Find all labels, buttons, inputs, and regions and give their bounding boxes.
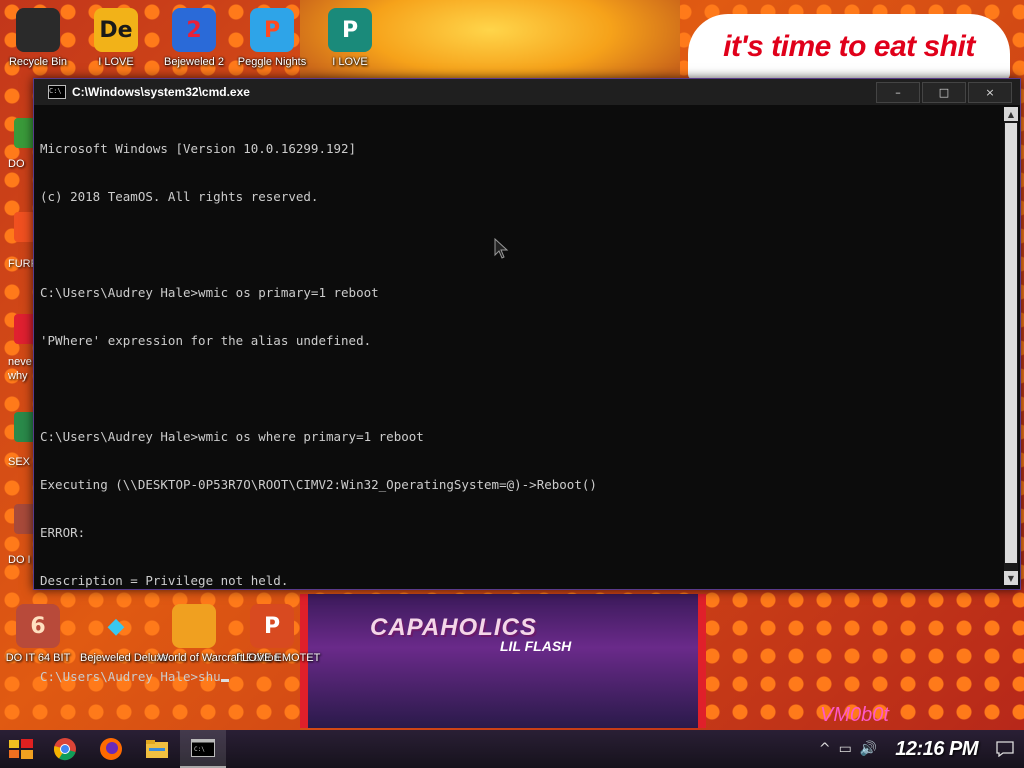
- text-cursor: [220, 679, 229, 682]
- desktop-icon-label: I LOVE: [332, 56, 368, 68]
- prompt-text: C:\Users\Audrey Hale>shu: [40, 669, 221, 684]
- firefox-icon: [100, 738, 122, 760]
- start-button[interactable]: [0, 730, 42, 768]
- wallpaper-speech-bubble: it's time to eat shit: [688, 14, 1010, 80]
- show-hidden-icons-icon[interactable]: ^: [819, 741, 831, 757]
- file-explorer-icon: [146, 740, 168, 758]
- taskbar-chrome[interactable]: [42, 730, 88, 768]
- start-icon: [9, 739, 33, 759]
- cmd-window[interactable]: C:\ C:\Windows\system32\cmd.exe – □ × Mi…: [33, 78, 1021, 684]
- recycle-bin-icon: [16, 8, 60, 52]
- window-titlebar[interactable]: C:\ C:\Windows\system32\cmd.exe – □ ×: [34, 79, 1020, 105]
- desktop-icon-top-2[interactable]: 2 Bejeweled 2: [158, 8, 230, 69]
- console-line: Description = Privilege not held.: [40, 573, 289, 588]
- peggle-nights-icon: P: [250, 8, 294, 52]
- console-line: ERROR:: [40, 525, 86, 540]
- close-button[interactable]: ×: [968, 82, 1012, 103]
- desktop-label-side-5[interactable]: SEX: [8, 456, 30, 468]
- console-line: (c) 2018 TeamOS. All rights reserved.: [40, 189, 319, 204]
- volume-icon[interactable]: 🔊: [860, 741, 877, 757]
- desktop-icon-top-3[interactable]: P Peggle Nights: [236, 8, 308, 69]
- console-output[interactable]: Microsoft Windows [Version 10.0.16299.19…: [40, 107, 1000, 684]
- taskbar-cmd[interactable]: C:\: [180, 730, 226, 768]
- de-app-icon: De: [94, 8, 138, 52]
- cmd-icon: C:\: [48, 85, 66, 99]
- mouse-pointer-icon: [494, 238, 509, 259]
- scroll-up-arrow-icon[interactable]: ▲: [1004, 107, 1018, 121]
- desktop-label-side-6[interactable]: DO I: [8, 554, 31, 566]
- bejeweled-2-icon: 2: [172, 8, 216, 52]
- taskbar: C:\ ^ ▭ 🔊 12:16 PM: [0, 730, 1024, 768]
- maximize-button[interactable]: □: [922, 82, 966, 103]
- cmd-icon: C:\: [191, 739, 215, 757]
- desktop-icon-top-1[interactable]: De I LOVE: [80, 8, 152, 69]
- speech-text: it's time to eat shit: [723, 30, 975, 63]
- chrome-icon: [53, 738, 76, 761]
- scroll-thumb[interactable]: [1005, 123, 1017, 563]
- desktop-label-side-4[interactable]: why: [8, 370, 28, 382]
- svg-text:C:\: C:\: [194, 746, 205, 753]
- minimize-button[interactable]: –: [876, 82, 920, 103]
- publisher-icon: P: [328, 8, 372, 52]
- desktop-icon-label: Bejeweled 2: [164, 56, 224, 68]
- console-line: 'PWhere' expression for the alias undefi…: [40, 333, 372, 348]
- desktop-label-side-1[interactable]: DO: [8, 158, 25, 170]
- vertical-scrollbar[interactable]: ▲ ▼: [1004, 107, 1018, 585]
- desktop-icon-label: Recycle Bin: [8, 56, 68, 68]
- console-line: C:\Users\Audrey Hale>wmic os primary=1 r…: [40, 285, 379, 300]
- desktop-label-side-3[interactable]: neve: [8, 356, 32, 368]
- console-prompt[interactable]: C:\Users\Audrey Hale>shu: [40, 669, 1000, 685]
- console-line: Executing (\\DESKTOP-0P53R7O\ROOT\CIMV2:…: [40, 477, 597, 492]
- desktop-icon-label: I LOVE: [98, 56, 134, 68]
- taskbar-firefox[interactable]: [88, 730, 134, 768]
- system-tray: ^ ▭ 🔊 12:16 PM: [819, 730, 1024, 768]
- scroll-down-arrow-icon[interactable]: ▼: [1004, 571, 1018, 585]
- window-title: C:\Windows\system32\cmd.exe: [72, 85, 250, 99]
- console-line: Microsoft Windows [Version 10.0.16299.19…: [40, 141, 357, 156]
- action-center-icon[interactable]: [996, 741, 1014, 757]
- console-line: C:\Users\Audrey Hale>wmic os where prima…: [40, 429, 424, 444]
- network-icon[interactable]: ▭: [839, 741, 852, 757]
- desktop-icon-top-4[interactable]: P I LOVE: [314, 8, 386, 69]
- taskbar-file-explorer[interactable]: [134, 730, 180, 768]
- desktop-icon-label: Peggle Nights: [237, 56, 307, 68]
- taskbar-clock[interactable]: 12:16 PM: [895, 738, 978, 761]
- desktop-icon-top-0[interactable]: Recycle Bin: [2, 8, 74, 69]
